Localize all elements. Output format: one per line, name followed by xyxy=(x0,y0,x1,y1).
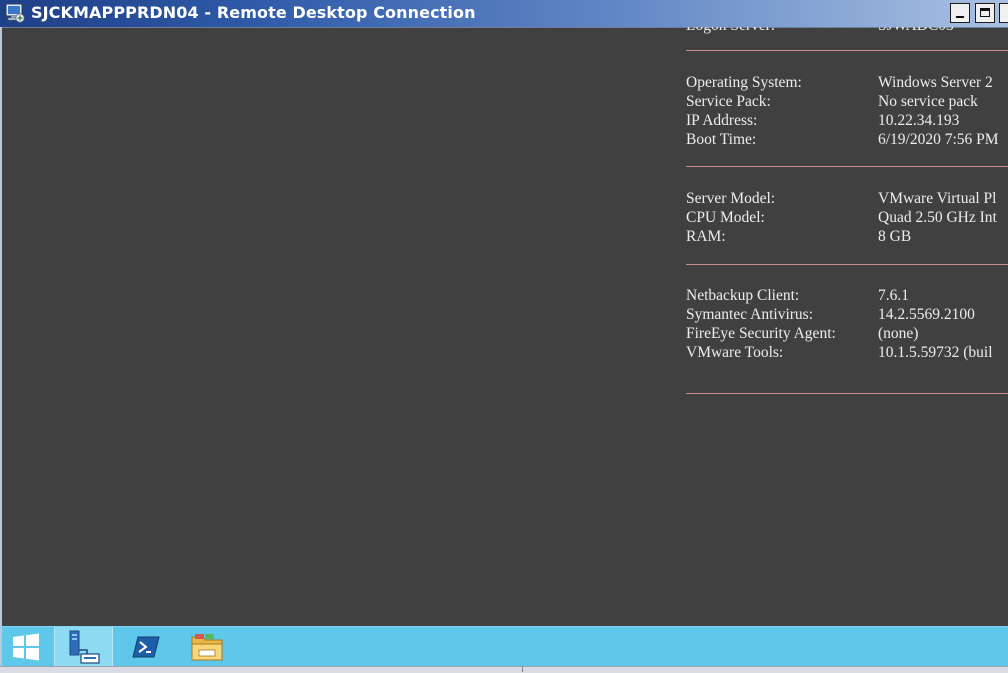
status-bar-divider xyxy=(522,666,523,672)
bginfo-value: 10.1.5.59732 (buil xyxy=(878,344,993,361)
bginfo-value: 10.22.34.193 xyxy=(878,112,960,129)
file-explorer-button[interactable] xyxy=(182,627,232,667)
remote-desktop-icon[interactable] xyxy=(4,3,26,23)
bginfo-label: Symantec Antivirus: xyxy=(686,306,814,323)
powershell-icon xyxy=(132,635,160,664)
bginfo-label: Service Pack: xyxy=(686,93,771,110)
server-manager-icon xyxy=(67,630,101,669)
bginfo-label: RAM: xyxy=(686,228,726,245)
bginfo-label: Server Model: xyxy=(686,190,776,207)
bginfo-label: CPU Model: xyxy=(686,209,765,226)
bginfo-value: 7.6.1 xyxy=(878,287,909,304)
bginfo-value: 8 GB xyxy=(878,228,912,245)
bginfo-value: 14.2.5569.2100 xyxy=(878,306,975,323)
folder-icon xyxy=(191,632,223,667)
bginfo-label: Operating System: xyxy=(686,74,802,91)
bginfo-label: Logon Server: xyxy=(686,27,775,35)
bginfo-label: IP Address: xyxy=(686,112,758,129)
taskbar xyxy=(2,626,1008,667)
separator-line xyxy=(686,166,1008,167)
window-title: SJCKMAPPPRDN04 - Remote Desktop Connecti… xyxy=(31,3,476,22)
bginfo-value: (none) xyxy=(878,325,919,342)
bginfo-value: No service pack xyxy=(878,93,978,110)
bginfo-value: SJWADC03 xyxy=(878,27,954,35)
start-button[interactable] xyxy=(2,627,48,667)
window-frame-left xyxy=(0,27,2,672)
bginfo-value: Quad 2.50 GHz Int xyxy=(878,209,997,226)
bginfo-value: Windows Server 2 xyxy=(878,74,993,91)
separator-line xyxy=(686,393,1008,394)
bginfo-label: FireEye Security Agent: xyxy=(686,325,836,342)
windows-logo-icon xyxy=(12,633,40,666)
separator-line xyxy=(686,264,1008,265)
bginfo-value: 6/19/2020 7:56 PM xyxy=(878,131,999,148)
bginfo-label: Boot Time: xyxy=(686,131,757,148)
bginfo-label: VMware Tools: xyxy=(686,344,784,361)
bginfo-label: Netbackup Client: xyxy=(686,287,800,304)
server-manager-button[interactable] xyxy=(54,627,113,667)
bginfo-value: VMware Virtual Pl xyxy=(878,190,997,207)
bginfo-panel: Logon Server: SJWADC03 Operating System:… xyxy=(686,0,1008,400)
powershell-button[interactable] xyxy=(122,627,170,667)
separator-line xyxy=(686,50,1008,51)
